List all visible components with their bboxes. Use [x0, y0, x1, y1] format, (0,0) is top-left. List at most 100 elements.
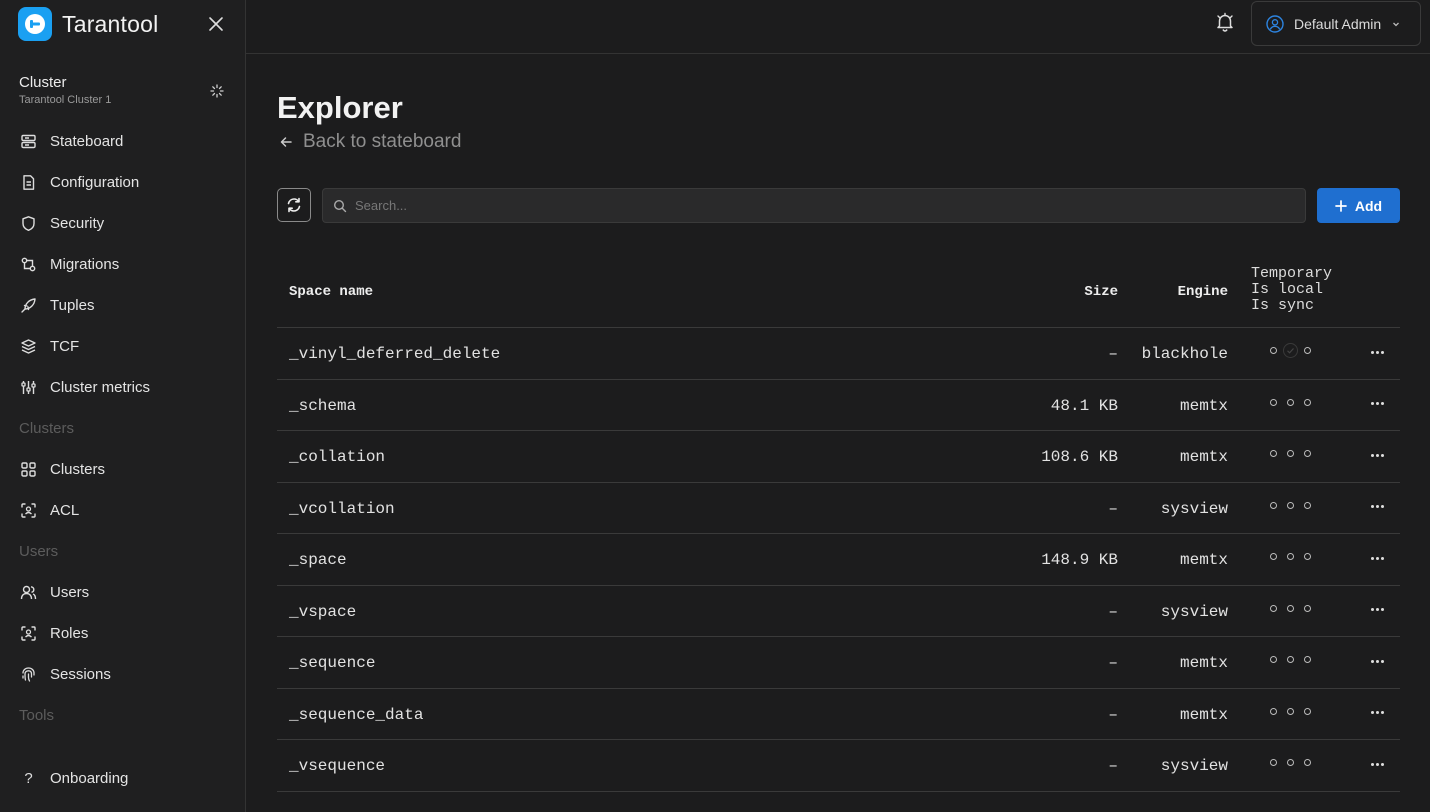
- loader-icon: [210, 84, 224, 98]
- add-button[interactable]: Add: [1317, 188, 1400, 223]
- table-row[interactable]: _vcollation – sysview: [277, 483, 1400, 534]
- rocket-icon: [21, 298, 36, 313]
- table-row[interactable]: _collation 108.6 KB memtx: [277, 431, 1400, 483]
- add-button-label: Add: [1354, 197, 1383, 214]
- notifications-button[interactable]: [1214, 11, 1238, 35]
- sidebar-item-label: Migrations: [50, 256, 120, 273]
- sidebar-item-migrations[interactable]: Migrations: [0, 244, 245, 285]
- cluster-selector[interactable]: Cluster Tarantool Cluster 1: [19, 74, 229, 106]
- sidebar: Tarantool Cluster Tarantool Cluster 1 St…: [0, 0, 246, 812]
- table-row[interactable]: _space 148.9 KB memtx: [277, 534, 1400, 586]
- sidebar-item-acl[interactable]: ACL: [0, 490, 245, 531]
- is-sync-flag-icon: [1304, 656, 1311, 663]
- is-local-flag-icon: [1287, 656, 1294, 663]
- row-more-button[interactable]: [1367, 342, 1387, 362]
- cell-size: –: [1108, 602, 1118, 621]
- temporary-flag-icon: [1270, 450, 1277, 457]
- cell-flags: [1270, 707, 1311, 715]
- is-local-check-icon: [1283, 343, 1298, 358]
- temporary-flag-icon: [1270, 759, 1277, 766]
- column-header-size[interactable]: Size: [1084, 284, 1118, 300]
- spaces-table: Space name Size Engine Temporary Is loca…: [277, 256, 1400, 792]
- table-row[interactable]: _vsequence – sysview: [277, 740, 1400, 792]
- cell-size: 108.6 KB: [1041, 448, 1118, 466]
- sidebar-item-stateboard[interactable]: Stateboard: [0, 121, 245, 162]
- cell-size: –: [1108, 654, 1118, 672]
- sidebar-item-security[interactable]: Security: [0, 203, 245, 244]
- table-row[interactable]: _vspace – sysview: [277, 586, 1400, 637]
- sidebar-item-label: Tuples: [50, 297, 95, 314]
- cell-space-name[interactable]: _vcollation: [289, 500, 395, 518]
- sidebar-item-label: Users: [50, 584, 90, 601]
- sidebar-item-tuples[interactable]: Tuples: [0, 285, 245, 326]
- table-row[interactable]: _sequence_data – memtx: [277, 689, 1400, 740]
- sidebar-item-sessions[interactable]: Sessions: [0, 654, 245, 695]
- cell-space-name[interactable]: _vinyl_deferred_delete: [289, 345, 500, 363]
- cell-flags: [1270, 501, 1311, 509]
- cell-engine: blackhole: [1141, 345, 1228, 363]
- close-icon: [209, 17, 223, 31]
- is-local-flag-icon: [1287, 398, 1294, 406]
- cell-size: –: [1108, 499, 1118, 518]
- cell-space-name[interactable]: _schema: [289, 397, 356, 415]
- sliders-icon: [21, 381, 36, 394]
- row-more-button[interactable]: [1367, 651, 1387, 671]
- brand[interactable]: Tarantool: [18, 7, 158, 41]
- table-header: Space name Size Engine Temporary Is loca…: [277, 256, 1400, 328]
- close-sidebar-button[interactable]: [204, 12, 228, 36]
- temporary-flag-icon: [1270, 398, 1277, 406]
- cell-engine: sysview: [1160, 602, 1228, 621]
- row-more-button[interactable]: [1367, 445, 1387, 465]
- table-row[interactable]: _vinyl_deferred_delete – blackhole: [277, 328, 1400, 380]
- sidebar-item-roles[interactable]: Roles: [0, 613, 245, 654]
- cluster-subtitle: Tarantool Cluster 1: [19, 94, 112, 106]
- cell-engine: sysview: [1160, 499, 1228, 518]
- sidebar-item-label: Configuration: [50, 174, 140, 191]
- sidebar-item-onboarding[interactable]: ? Onboarding: [0, 758, 245, 799]
- sidebar-item-clusters[interactable]: Clusters: [0, 449, 245, 490]
- row-more-button[interactable]: [1367, 394, 1387, 414]
- is-local-flag-icon: [1287, 450, 1294, 457]
- column-header-is-sync: Is sync: [1251, 297, 1315, 314]
- is-local-flag-icon: [1287, 759, 1294, 766]
- cell-size: –: [1108, 757, 1118, 775]
- sidebar-nav: Stateboard Configuration Security Migrat…: [0, 121, 245, 736]
- cell-space-name[interactable]: _sequence: [289, 654, 375, 672]
- is-sync-flag-icon: [1304, 450, 1311, 457]
- back-link-label: Back to stateboard: [303, 131, 462, 152]
- back-to-stateboard-link[interactable]: Back to stateboard: [279, 131, 461, 153]
- sidebar-item-label: Clusters: [50, 461, 106, 478]
- cell-space-name[interactable]: _vsequence: [289, 757, 385, 775]
- sidebar-item-users[interactable]: Users: [0, 572, 245, 613]
- table-row[interactable]: _sequence – memtx: [277, 637, 1400, 689]
- sidebar-item-cluster-metrics[interactable]: Cluster metrics: [0, 367, 245, 408]
- sidebar-item-configuration[interactable]: Configuration: [0, 162, 245, 203]
- column-header-flags: Temporary Is local Is sync: [1251, 266, 1332, 314]
- row-more-button[interactable]: [1367, 548, 1387, 568]
- refresh-button[interactable]: [277, 188, 311, 222]
- cell-flags: [1270, 656, 1311, 663]
- is-sync-flag-icon: [1304, 501, 1311, 509]
- cell-space-name[interactable]: _sequence_data: [289, 706, 423, 724]
- row-more-button[interactable]: [1367, 754, 1387, 774]
- search-input[interactable]: [355, 198, 1255, 213]
- cell-size: –: [1108, 345, 1118, 363]
- row-more-button[interactable]: [1367, 497, 1387, 517]
- sidebar-item-tcf[interactable]: TCF: [0, 326, 245, 367]
- cell-space-name[interactable]: _space: [289, 551, 347, 569]
- cell-engine: memtx: [1179, 654, 1228, 672]
- row-more-button[interactable]: [1367, 600, 1387, 620]
- sidebar-item-label: Sessions: [50, 666, 111, 683]
- user-avatar-icon: [1266, 14, 1284, 33]
- cell-flags: [1270, 759, 1311, 766]
- nav-group-users: Users: [19, 543, 59, 560]
- cell-space-name[interactable]: _collation: [289, 448, 385, 466]
- table-row[interactable]: _schema 48.1 KB memtx: [277, 380, 1400, 431]
- scan-icon: [21, 626, 36, 641]
- user-menu[interactable]: Default Admin: [1251, 1, 1421, 46]
- row-more-button[interactable]: [1367, 703, 1387, 723]
- column-header-space-name[interactable]: Space name: [289, 284, 373, 300]
- cell-space-name[interactable]: _vspace: [289, 603, 356, 621]
- column-header-engine[interactable]: Engine: [1178, 284, 1228, 300]
- is-sync-flag-icon: [1304, 707, 1311, 715]
